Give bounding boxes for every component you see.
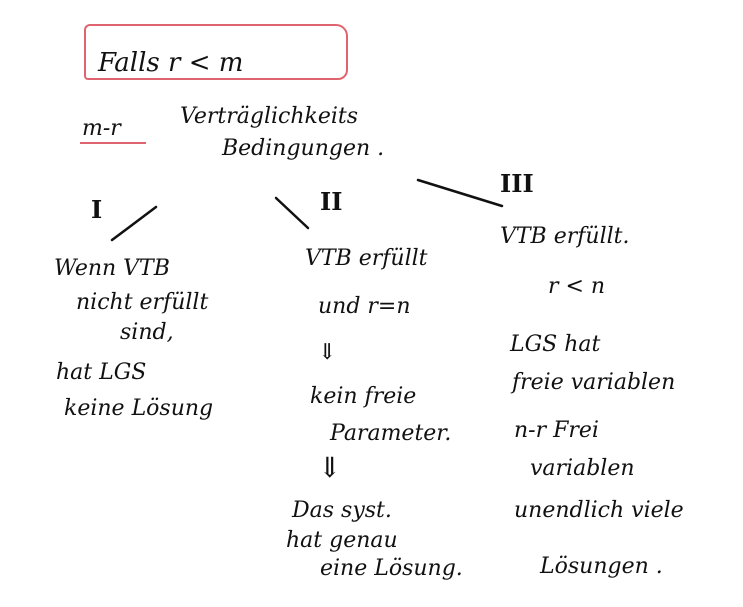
case-3-line: LGS hat [510,332,601,357]
case-3-line: Lösungen . [540,554,663,579]
case-1-line: hat LGS [56,360,147,385]
case-2-number: II [320,187,343,216]
case-2-line: kein freie [310,384,417,409]
case-3-line: VTB erfüllt. [500,224,630,249]
case-1-number: I [91,195,103,224]
implies-arrow: ⇓ [318,340,337,365]
case-2-line: VTB erfüllt [305,246,428,271]
case-1-line: sind, [120,320,174,345]
case-1-line: keine Lösung [64,396,214,421]
case-1-line: nicht erfüllt [76,290,209,315]
case-2-line: eine Lösung. [320,556,463,581]
branch-line-1 [110,205,158,242]
case-2-line: und r=n [318,294,411,319]
case-3-number: III [500,169,534,198]
case-2-line: Parameter. [330,421,452,446]
case-3-line: freie variablen [512,370,676,395]
implies-arrow: ⇓ [318,451,342,484]
case-2-line: Das syst. [292,498,392,523]
case-3-line: r < n [548,274,606,299]
branch-line-3 [416,178,504,208]
case-2-line: hat genau [286,528,398,553]
case-3-line: variablen [530,456,635,481]
case-3-line: unendlich viele [514,498,684,523]
branch-line-2 [274,196,310,230]
whiteboard: Falls r < m m-r Verträglichkeits Bedingu… [0,0,743,607]
case-3-line: n-r Frei [514,418,599,443]
case-1-line: Wenn VTB [54,256,170,281]
